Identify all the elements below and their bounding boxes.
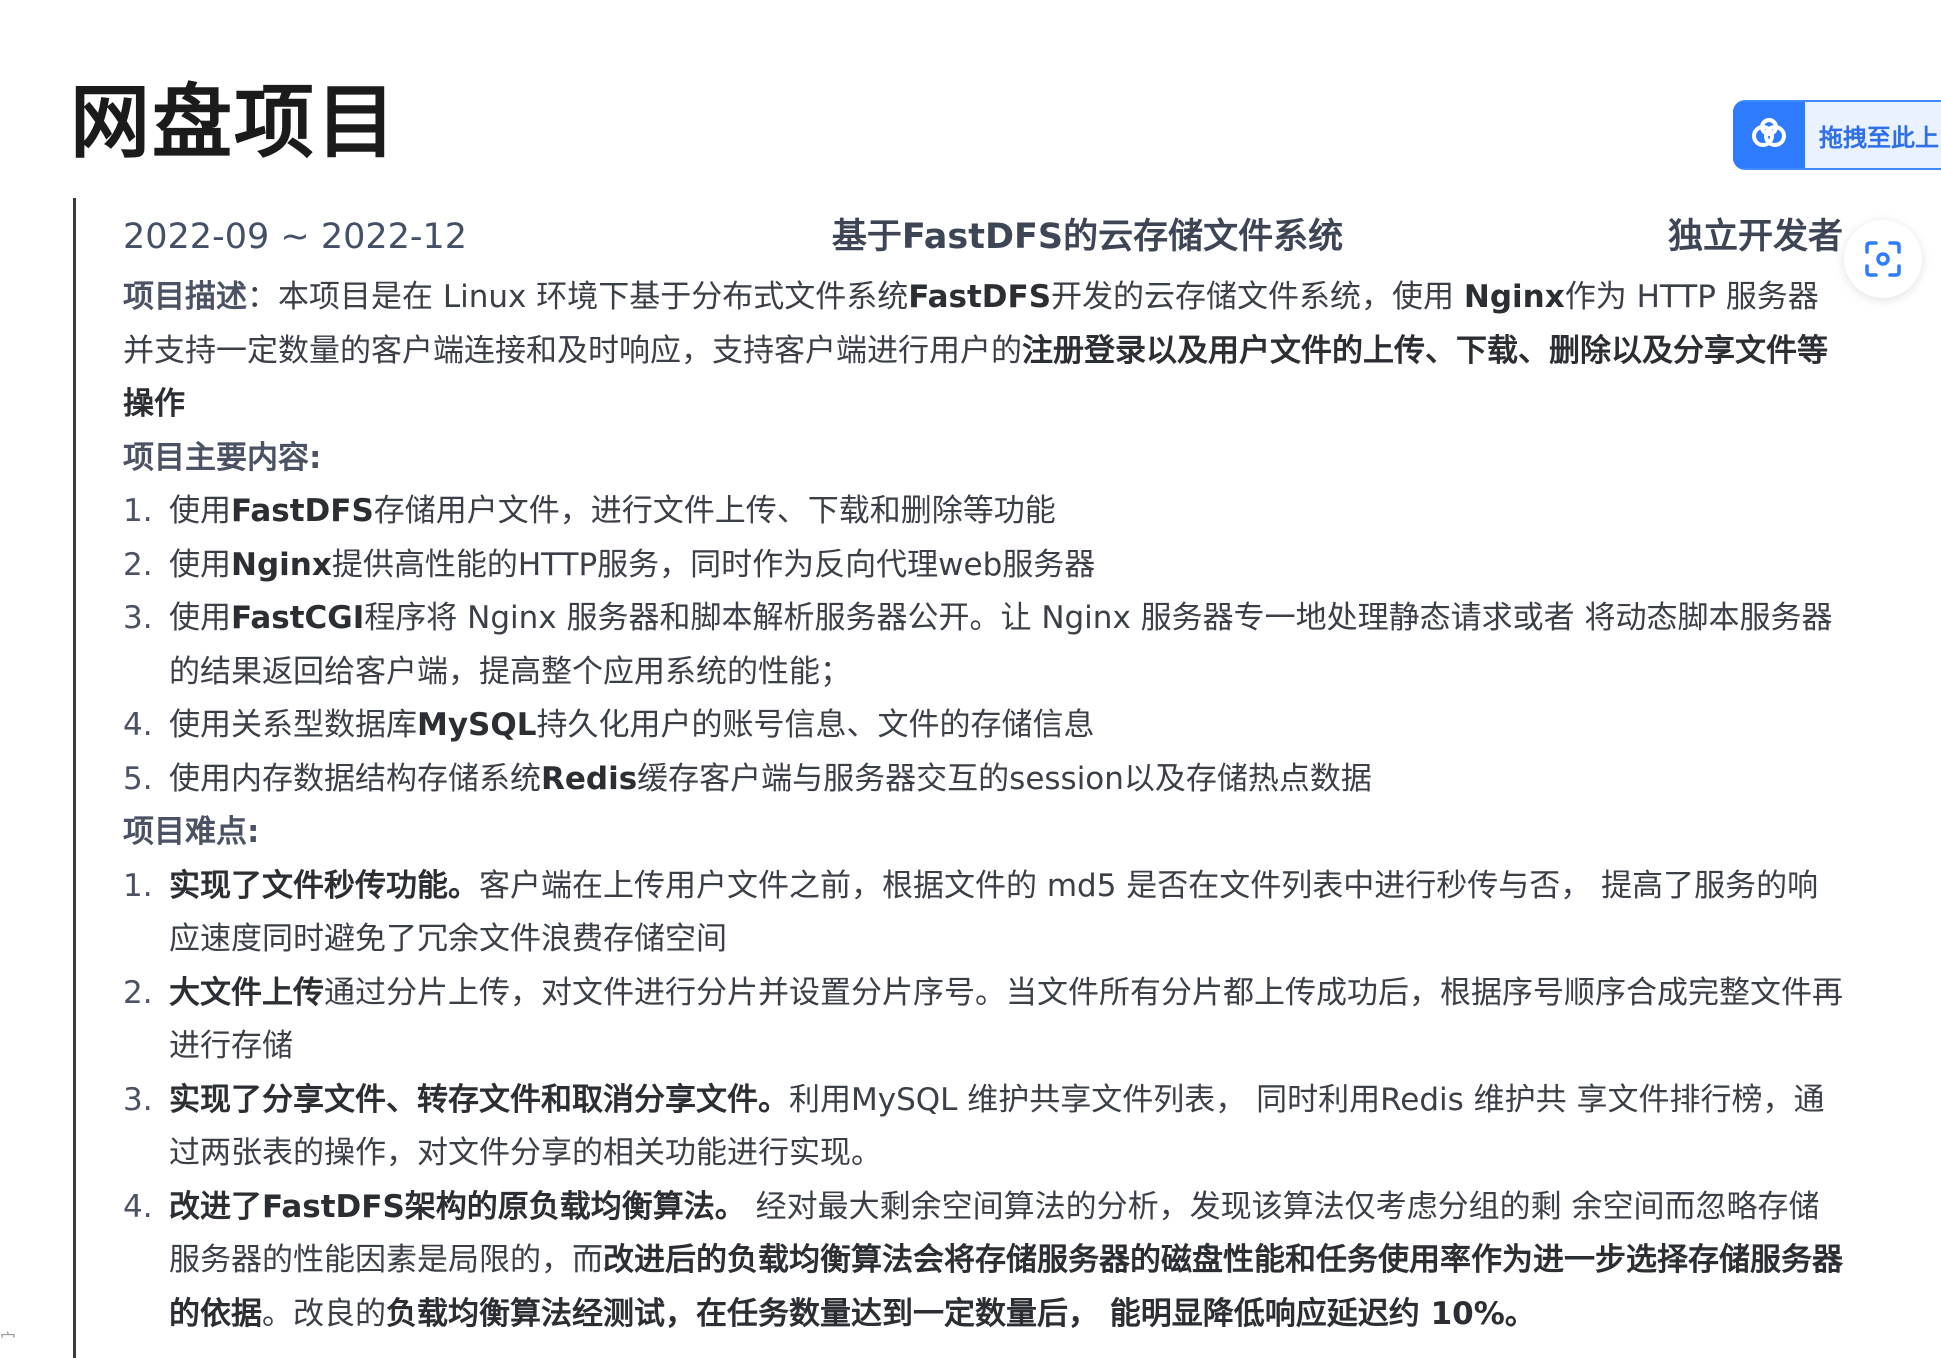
list-item: 2. 大文件上传通过分片上传，对文件进行分片并设置分片序号。当文件所有分片都上传成… [123,967,1843,1074]
item-text: 提供高性能的HTTP服务，同时作为反向代理web服务器 [331,546,1096,583]
item-text: 使用关系型数据库 [169,707,417,743]
item-bold: 实现了分享文件、转存文件和取消分享文件。 [169,1081,789,1118]
list-item: 4. 改进了FastDFS架构的原负载均衡算法。 经对最大剩余空间算法的分析，发现… [123,1181,1843,1342]
item-bold: Redis [541,760,638,797]
list-number: 5. [123,760,153,797]
item-text: 程序将 Nginx 服务器和脚本解析服务器公开。让 Nginx 服务器专一地处理… [169,600,1833,690]
project-description: 项目描述：本项目是在 Linux 环境下基于分布式文件系统FastDFS开发的云… [123,271,1843,432]
difficulty-list: 1. 实现了文件秒传功能。客户端在上传用户文件之前，根据文件的 md5 是否在文件… [123,860,1843,1342]
upload-drop-zone[interactable]: 拖拽至此上 [1733,100,1941,170]
list-number: 1. [123,867,153,904]
cloud-icon [1733,102,1805,168]
item-bold: 改进了FastDFS架构的原负载均衡算法。 [169,1188,746,1225]
list-number: 4. [123,707,153,743]
item-bold: 大文件上传 [169,974,324,1011]
project-header: 2022-09 ~ 2022-12 基于FastDFS的云存储文件系统 独立开发… [123,205,1843,271]
item-text: 使用 [169,493,231,529]
page-title: 网盘项目 [70,76,398,169]
list-item: 1. 使用FastDFS存储用户文件，进行文件上传、下载和删除等功能 [123,485,1843,539]
item-text: 使用 [169,546,231,583]
scan-icon [1865,241,1901,277]
item-bold: Nginx [231,546,332,583]
item-bold: MySQL [417,707,537,743]
difficulty-label: 项目难点: [123,814,260,850]
description-bold: FastDFS [908,279,1052,315]
item-text: 。改良的 [262,1295,386,1332]
scan-button[interactable] [1844,220,1922,298]
description-label: 项目描述 [123,279,247,315]
item-text: 存储用户文件，进行文件上传、下载和删除等功能 [373,493,1056,529]
project-name: 基于FastDFS的云存储文件系统 [831,217,1344,258]
item-text: 使用 [169,600,231,636]
description-text: 开发的云存储文件系统，使用 [1051,279,1464,315]
description-text: ：本项目是在 Linux 环境下基于分布式文件系统 [247,279,909,315]
list-item: 3. 使用FastCGI程序将 Nginx 服务器和脚本解析服务器公开。让 Ngi… [123,592,1843,699]
item-bold: FastDFS [231,493,374,529]
item-bold: FastCGI [231,600,365,636]
content-label: 项目主要内容: [123,439,322,476]
project-period: 2022-09 ~ 2022-12 [123,217,468,258]
content-list: 1. 使用FastDFS存储用户文件，进行文件上传、下载和删除等功能 2. 使用Ng… [123,485,1843,806]
item-bold: 实现了文件秒传功能。 [169,867,479,904]
project-section: 2022-09 ~ 2022-12 基于FastDFS的云存储文件系统 独立开发… [123,205,1843,1341]
list-number: 2. [123,546,153,583]
item-text: 缓存客户端与服务器交互的session以及存储热点数据 [637,760,1372,797]
project-role: 独立开发者 [1667,217,1843,258]
list-item: 3. 实现了分享文件、转存文件和取消分享文件。利用MySQL 维护共享文件列表， … [123,1074,1843,1181]
list-number: 3. [123,1081,153,1118]
list-item: 5. 使用内存数据结构存储系统Redis缓存客户端与服务器交互的session以及… [123,753,1843,807]
blockquote-rule [73,198,76,1358]
list-number: 2. [123,974,153,1011]
list-number: 1. [123,493,153,529]
list-number: 3. [123,600,153,636]
list-number: 4. [123,1188,153,1225]
description-bold: Nginx [1463,279,1565,315]
list-item: 1. 实现了文件秒传功能。客户端在上传用户文件之前，根据文件的 md5 是否在文件… [123,860,1843,967]
edge-fragment: 宀 [0,1330,17,1349]
list-item: 4. 使用关系型数据库MySQL持久化用户的账号信息、文件的存储信息 [123,699,1843,753]
item-bold: 负载均衡算法经测试，在任务数量达到一定数量后， 能明显降低响应延迟约 10%。 [386,1295,1536,1332]
item-text: 持久化用户的账号信息、文件的存储信息 [536,707,1095,743]
list-item: 2. 使用Nginx提供高性能的HTTP服务，同时作为反向代理web服务器 [123,539,1843,593]
item-text: 使用内存数据结构存储系统 [169,760,541,797]
upload-label: 拖拽至此上 [1819,123,1939,152]
item-text: 通过分片上传，对文件进行分片并设置分片序号。当文件所有分片都上传成功后，根据序号… [169,974,1843,1065]
